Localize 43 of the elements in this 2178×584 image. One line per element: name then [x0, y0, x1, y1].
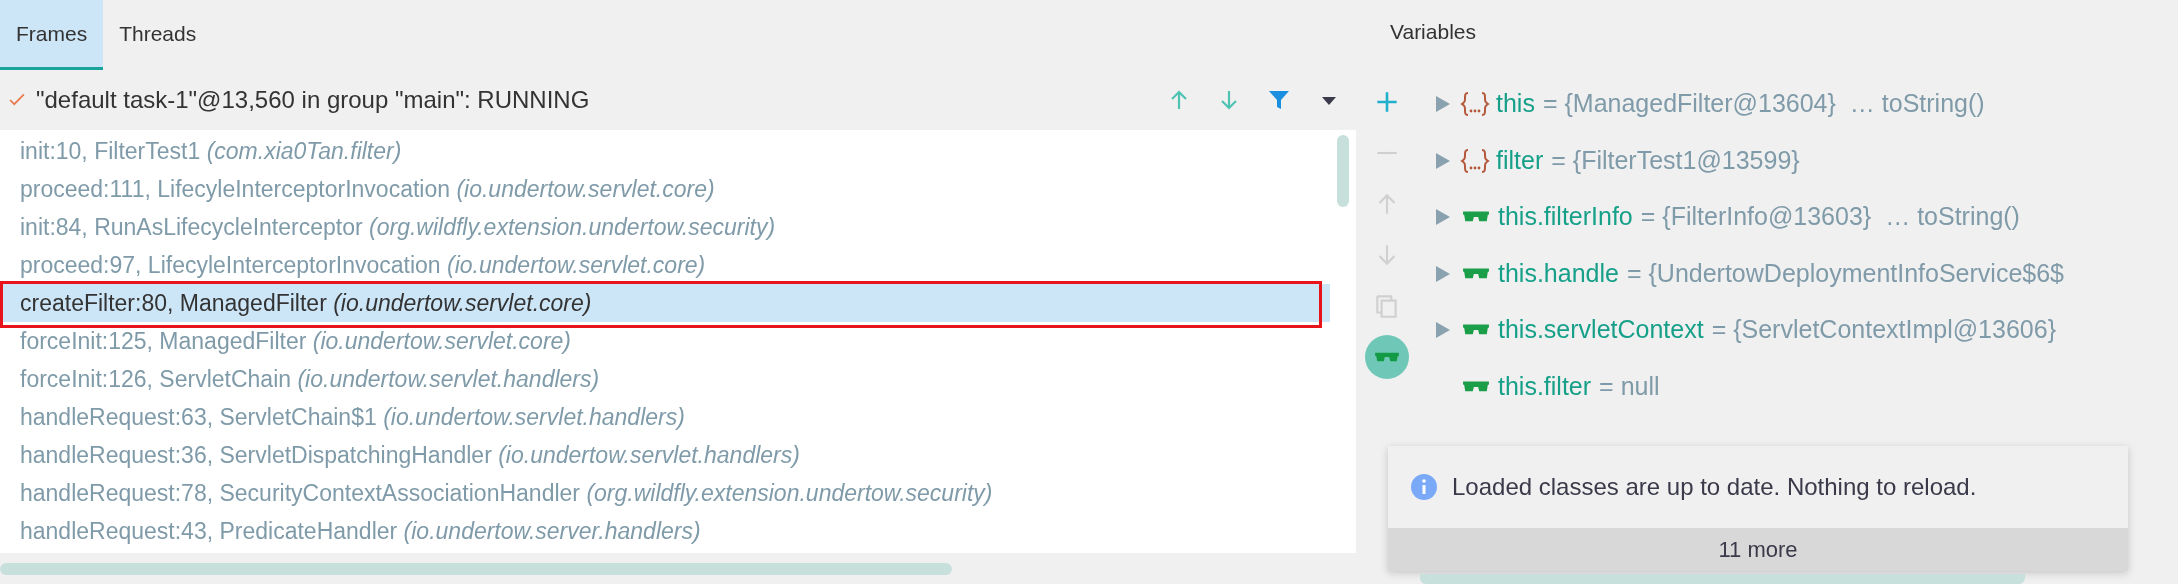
expand-arrow-icon[interactable] [1434, 94, 1452, 115]
stack-frame[interactable]: proceed:111, LifecyleInterceptorInvocation (io.undertow.servlet.core) [0, 170, 1330, 208]
variable-name: this.filterInfo [1498, 201, 1633, 233]
expand-arrow-icon[interactable] [1434, 207, 1452, 228]
variable-name: this.handle [1498, 257, 1619, 289]
scrollbar[interactable] [0, 562, 952, 575]
tostring-link[interactable]: … toString() [1849, 85, 1985, 123]
tab[interactable]: Threads [103, 0, 213, 70]
stack-frame[interactable]: createFilter:80, ManagedFilter (io.undertow.servlet.core) [0, 284, 1330, 322]
stack-frame[interactable]: forceInit:125, ManagedFilter (io.undertow.servlet.core) [0, 322, 1330, 360]
stack-frame[interactable]: proceed:97, LifecyleInterceptorInvocation (io.undertow.servlet.core) [0, 246, 1330, 284]
thread-status: "default task-1"@13,560 in group "main": RUNNING [36, 85, 591, 115]
variable-value: = {FilterTest1@13599} [1551, 144, 1800, 176]
stack-frame[interactable]: handleRequest:43, PredicateHandler (io.undertow.server.handlers) [0, 512, 1330, 550]
expand-arrow-icon[interactable] [1434, 263, 1452, 284]
expand-arrow-icon[interactable] [1434, 150, 1452, 171]
variable-value: = {ManagedFilter@13604} [1542, 88, 1836, 120]
stack-frame[interactable]: forceInit:126, ServletChain (io.undertow.servlet.handlers) [0, 360, 1330, 398]
stack-frame[interactable]: init:84, RunAsLifecycleInterceptor (org.wildfly.extension.undertow.security) [0, 208, 1330, 246]
stack-frame[interactable]: handleRequest:63, ServletChain$1 (io.undertow.servlet.handlers) [0, 398, 1330, 436]
variable-value: = {FilterInfo@13603} [1640, 201, 1872, 233]
variable-name: filter [1496, 144, 1544, 176]
notification-text: Loaded classes are up to date. Nothing to reload. [1452, 472, 1977, 503]
object-icon [1460, 90, 1490, 119]
variable-name: this [1496, 88, 1535, 120]
scrollbar[interactable] [1337, 135, 1349, 207]
object-icon [1460, 146, 1490, 175]
variable-name: this.filter [1498, 370, 1592, 402]
variable-value: = null [1599, 370, 1660, 402]
more-button[interactable]: 11 more [1388, 528, 2128, 572]
panel-title: Variables [1389, 19, 1477, 45]
glasses-icon[interactable] [1365, 334, 1409, 379]
tab[interactable]: Frames [0, 0, 104, 70]
info-icon [1410, 473, 1438, 502]
stack-frame[interactable]: init:10, FilterTest1 (com.xia0Tan.filter) [0, 132, 1330, 170]
expand-arrow-icon[interactable] [1434, 320, 1452, 341]
variable-value: = {ServletContextImpl@13606} [1711, 314, 2056, 346]
stack-frame[interactable]: handleRequest:78, SecurityContextAssociationHandler (org.wildfly.extension.undertow.security) [0, 474, 1330, 512]
variable-value: = {UndertowDeploymentInfoService$6$ [1626, 257, 2064, 289]
stack-frame[interactable]: handleRequest:36, ServletDispatchingHandler (io.undertow.servlet.handlers) [0, 436, 1330, 474]
variable-name: this.servletContext [1498, 314, 1704, 346]
tostring-link[interactable]: … toString() [1885, 198, 2020, 236]
scrollbar[interactable] [1420, 574, 2025, 584]
